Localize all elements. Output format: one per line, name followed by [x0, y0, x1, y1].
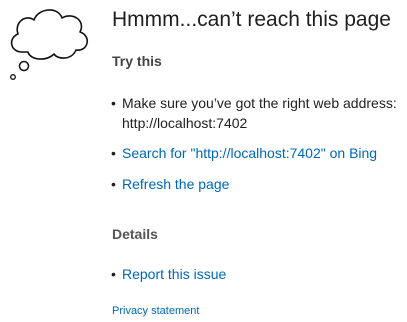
try-this-heading: Try this: [112, 53, 162, 69]
suggestions-list: Make sure you’ve got the right web addre…: [108, 93, 398, 194]
search-bing-link[interactable]: Search for "http://localhost:7402" on Bi…: [122, 145, 377, 161]
check-address-text: Make sure you’ve got the right web addre…: [122, 95, 397, 131]
refresh-page-link[interactable]: Refresh the page: [122, 176, 229, 192]
details-list: Report this issue: [108, 264, 398, 284]
suggestion-refresh: Refresh the page: [108, 174, 398, 194]
privacy-statement-link[interactable]: Privacy statement: [112, 305, 199, 317]
thought-cloud-icon: [10, 9, 88, 80]
page-title: Hmmm...can’t reach this page: [112, 8, 391, 31]
suggestion-search-bing: Search for "http://localhost:7402" on Bi…: [108, 143, 398, 163]
details-heading: Details: [112, 226, 158, 242]
details-report-issue: Report this issue: [108, 264, 398, 284]
report-issue-link[interactable]: Report this issue: [122, 266, 226, 282]
suggestion-check-address: Make sure you’ve got the right web addre…: [108, 93, 398, 133]
